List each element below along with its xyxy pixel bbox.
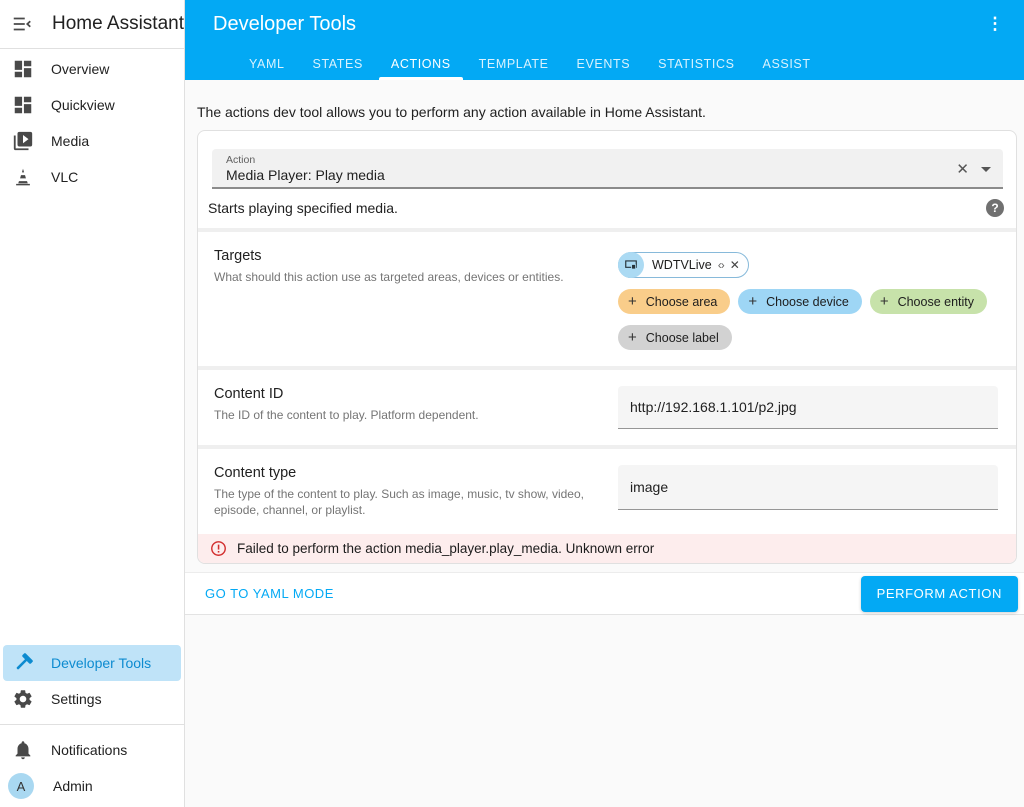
targets-description: What should this action use as targeted … <box>214 270 564 284</box>
chevron-down-icon[interactable] <box>981 167 991 172</box>
error-alert: Failed to perform the action media_playe… <box>198 534 1016 563</box>
choose-entity-label: Choose entity <box>897 294 975 309</box>
action-description: Starts playing specified media. <box>208 200 398 216</box>
sidebar-item-label: Notifications <box>51 742 128 758</box>
tab-actions[interactable]: ACTIONS <box>377 48 465 80</box>
page-title: Developer Tools <box>213 12 357 35</box>
tab-bar: YAML STATES ACTIONS TEMPLATE EVENTS STAT… <box>185 48 1024 80</box>
sidebar-item-overview[interactable]: Overview <box>3 51 181 87</box>
avatar: A <box>8 773 34 799</box>
content-type-label: Content type <box>214 465 297 481</box>
content-id-section: Content ID The ID of the content to play… <box>198 366 1016 445</box>
error-message: Failed to perform the action media_playe… <box>237 541 655 556</box>
hammer-icon <box>11 651 35 675</box>
sidebar-item-label: VLC <box>51 169 79 185</box>
expand-entity-icon[interactable]: ‹› <box>718 258 725 272</box>
sidebar-header: Home Assistant <box>0 0 184 49</box>
vlc-cone-icon <box>11 165 35 189</box>
error-icon <box>211 541 226 556</box>
help-icon[interactable]: ? <box>986 199 1004 217</box>
sidebar-item-developer-tools[interactable]: Developer Tools <box>3 645 181 681</box>
sidebar: Home Assistant Overview Quickview Media <box>0 0 185 807</box>
plus-icon: + <box>628 329 637 346</box>
intro-text: The actions dev tool allows you to perfo… <box>197 104 706 120</box>
app-root: Home Assistant Overview Quickview Media <box>0 0 1024 807</box>
action-picker-row: Action Media Player: Play media ✕ <box>198 131 1016 189</box>
sidebar-item-quickview[interactable]: Quickview <box>3 87 181 123</box>
choose-label-label: Choose label <box>645 330 719 345</box>
content-type-input[interactable] <box>618 465 998 510</box>
sidebar-item-notifications[interactable]: Notifications <box>3 732 181 768</box>
plus-icon: + <box>879 293 889 310</box>
go-to-yaml-mode-link[interactable]: GO TO YAML MODE <box>205 586 334 601</box>
content-id-label: Content ID <box>214 386 284 402</box>
action-select[interactable]: Action Media Player: Play media ✕ <box>212 149 1003 189</box>
sidebar-item-vlc[interactable]: VLC <box>3 159 181 195</box>
dashboard-icon <box>11 93 35 117</box>
content-type-section: Content type The type of the content to … <box>198 445 1016 534</box>
sidebar-item-admin[interactable]: A Admin <box>3 768 181 804</box>
sidebar-item-label: Quickview <box>51 97 115 113</box>
dashboard-icon <box>11 57 35 81</box>
sidebar-nav: Overview Quickview Media VLC <box>0 49 184 195</box>
tab-states[interactable]: STATES <box>299 48 377 80</box>
target-entity-name: WDTVLive <box>652 258 712 272</box>
plus-icon: + <box>748 293 758 310</box>
selected-target-row: WDTVLive ‹› ✕ <box>618 252 1000 278</box>
media-icon <box>11 129 35 153</box>
tab-assist[interactable]: ASSIST <box>749 48 825 80</box>
sidebar-item-label: Media <box>51 133 90 149</box>
sidebar-divider <box>0 724 184 725</box>
bell-icon <box>11 738 35 762</box>
targets-section: Targets What should this action use as t… <box>198 228 1016 366</box>
remove-entity-icon[interactable]: ✕ <box>730 258 740 272</box>
content-id-description: The ID of the content to play. Platform … <box>214 408 479 422</box>
sidebar-item-label: Developer Tools <box>51 655 152 671</box>
page-content: The actions dev tool allows you to perfo… <box>185 80 1024 807</box>
choose-target-buttons: + Choose area + Choose device + Choose e… <box>618 289 1000 350</box>
media-player-icon <box>618 252 644 278</box>
choose-device-label: Choose device <box>766 294 849 309</box>
plus-icon: + <box>628 293 637 310</box>
tab-events[interactable]: EVENTS <box>563 48 645 80</box>
tab-yaml[interactable]: YAML <box>235 48 299 80</box>
sidebar-item-media[interactable]: Media <box>3 123 181 159</box>
targets-label: Targets <box>214 248 262 264</box>
action-field-label: Action <box>226 154 256 166</box>
choose-label-button[interactable]: + Choose label <box>618 325 732 350</box>
gear-icon <box>11 687 35 711</box>
choose-device-button[interactable]: + Choose device <box>738 289 862 314</box>
content-id-input[interactable] <box>618 386 998 429</box>
sidebar-toggle-icon[interactable] <box>10 12 34 36</box>
choose-entity-button[interactable]: + Choose entity <box>869 289 988 314</box>
sidebar-item-label: Settings <box>51 691 102 707</box>
tab-template[interactable]: TEMPLATE <box>465 48 563 80</box>
action-description-row: Starts playing specified media. ? <box>198 189 1016 228</box>
target-entity-chip[interactable]: WDTVLive ‹› ✕ <box>618 252 749 278</box>
main-area: Developer Tools ⋮ YAML STATES ACTIONS TE… <box>185 0 1024 807</box>
choose-area-button[interactable]: + Choose area <box>618 289 731 314</box>
action-card: Action Media Player: Play media ✕ Starts… <box>197 130 1017 564</box>
clear-action-icon[interactable]: ✕ <box>956 162 969 177</box>
action-field-value: Media Player: Play media <box>226 167 385 183</box>
app-title: Home Assistant <box>52 13 184 34</box>
tab-statistics[interactable]: STATISTICS <box>644 48 748 80</box>
sidebar-item-label: Overview <box>51 61 110 77</box>
sidebar-bottom: Developer Tools Settings Notifications A… <box>0 645 184 807</box>
app-header: Developer Tools ⋮ YAML STATES ACTIONS TE… <box>185 0 1024 80</box>
overflow-menu-icon[interactable]: ⋮ <box>980 9 1010 39</box>
sidebar-item-settings[interactable]: Settings <box>3 681 181 717</box>
action-footer-bar: GO TO YAML MODE PERFORM ACTION <box>185 572 1024 615</box>
perform-action-button[interactable]: PERFORM ACTION <box>860 575 1018 612</box>
sidebar-item-label: Admin <box>53 778 93 794</box>
content-type-description: The type of the content to play. Such as… <box>214 487 584 517</box>
choose-area-label: Choose area <box>645 294 718 309</box>
